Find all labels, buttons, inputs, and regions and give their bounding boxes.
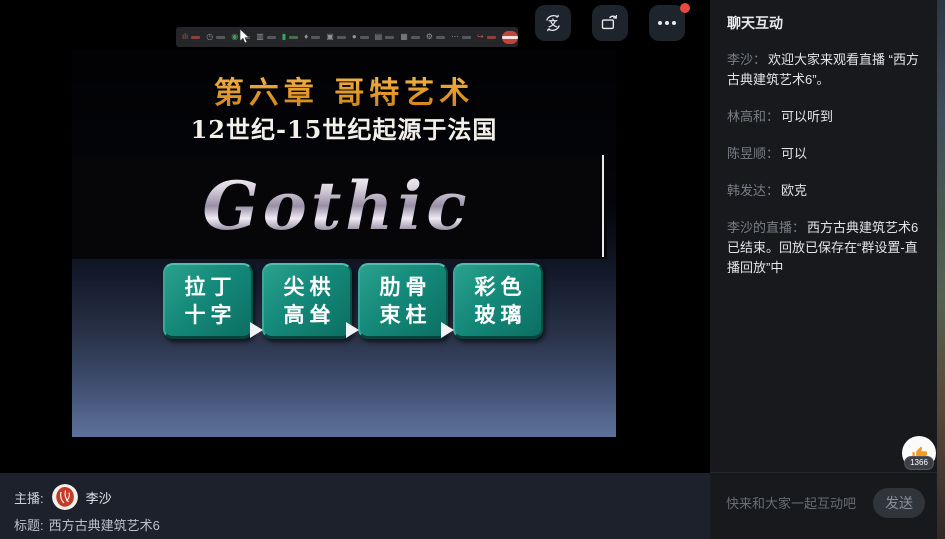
desktop-wallpaper-strip	[937, 0, 945, 539]
toolbar-item-icon: ▤	[375, 33, 395, 41]
image-divider-line	[602, 155, 604, 257]
host-avatar	[52, 484, 78, 510]
keyword-line: 肋骨	[375, 273, 432, 301]
gothic-image: Gothic	[72, 153, 607, 259]
timer-icon: ◷	[206, 33, 225, 41]
stream-title-label: 标题:	[14, 515, 44, 534]
more-icon	[658, 21, 676, 25]
chat-input-bar: 发送	[710, 472, 937, 539]
keyword-box-latin-cross: 拉丁 十字	[163, 263, 253, 339]
keyword-line: 玻璃	[470, 301, 527, 329]
gothic-wordmark: Gothic	[202, 167, 476, 245]
toolbar-item-icon: ▥	[256, 33, 276, 41]
mouse-cursor-icon	[239, 29, 250, 44]
keyword-line: 束柱	[375, 301, 432, 329]
keyword-box-stained-glass: 彩色 玻璃	[453, 263, 543, 339]
chat-text: 可以	[781, 146, 807, 161]
presentation-slide: 第六章 哥特艺术 12世纪-15世纪起源于法国 Gothic 拉丁 十字 尖栱 …	[72, 50, 616, 437]
stream-title-row: 标题: 西方古典建筑艺术6	[14, 515, 160, 534]
keyword-line: 拉丁	[180, 273, 237, 301]
chat-input[interactable]	[726, 496, 865, 511]
popout-window-icon	[600, 13, 620, 33]
chat-message: 韩发达：欧克	[727, 181, 920, 201]
keyword-box-rib-vault: 肋骨 束柱	[358, 263, 448, 339]
keyword-line: 十字	[180, 301, 237, 329]
keyword-line: 高耸	[279, 301, 336, 329]
arrow-right-icon	[441, 322, 454, 338]
more-options-button[interactable]	[649, 5, 685, 41]
chat-sender: 陈昱顺：	[727, 146, 779, 161]
chat-sender: 林高和：	[727, 109, 779, 124]
captions-translate-icon: 文	[543, 13, 563, 33]
send-button[interactable]: 发送	[873, 488, 925, 518]
network-signal-icon: ılı	[182, 33, 200, 41]
chat-sender: 李沙：	[727, 52, 766, 67]
slide-title: 第六章 哥特艺术	[72, 68, 616, 112]
arrow-right-icon	[346, 322, 359, 338]
host-row: 主播: 李沙	[14, 484, 112, 510]
svg-text:文: 文	[548, 17, 558, 28]
chat-sender: 韩发达：	[727, 183, 779, 198]
exit-icon: ↪	[477, 33, 496, 41]
chat-panel-title: 聊天互动	[727, 13, 920, 33]
chat-message: 李沙：欢迎大家来观看直播 “西方古典建筑艺术6”。	[727, 50, 920, 90]
mic-icon: ▮	[282, 33, 298, 41]
seal-avatar-icon	[52, 484, 78, 510]
toolbar-item-icon: ●	[352, 33, 369, 41]
toolbar-item-icon: ▦	[400, 33, 420, 41]
settings-gear-icon: ⚙	[426, 33, 445, 41]
stop-share-pill	[502, 31, 518, 44]
host-name: 李沙	[86, 488, 112, 507]
host-info-bar: 主播: 李沙 标题: 西方古典建筑艺术6	[0, 473, 710, 539]
chat-text: 欧克	[781, 183, 807, 198]
keyword-box-pointed-arch: 尖栱 高耸	[262, 263, 352, 339]
arrow-right-icon	[250, 322, 263, 338]
live-stream-window: ılı ◷ ◉ ▥ ▮ ♦ ▣ ● ▤ ▦ ⚙ ⋯ ↪ 第六章 哥特艺术 12世…	[0, 0, 945, 539]
chat-text: 可以听到	[781, 109, 833, 124]
chat-message: 林高和：可以听到	[727, 107, 920, 127]
captions-translate-button[interactable]: 文	[535, 5, 571, 41]
keyword-line: 彩色	[470, 273, 527, 301]
chat-sender: 李沙的直播：	[727, 220, 805, 235]
screen-share-toolbar: ılı ◷ ◉ ▥ ▮ ♦ ▣ ● ▤ ▦ ⚙ ⋯ ↪	[176, 27, 518, 47]
toolbar-item-icon: ♦	[304, 33, 320, 41]
more-dots-icon: ⋯	[451, 33, 471, 41]
slide-subtitle: 12世纪-15世纪起源于法国	[72, 110, 616, 145]
chat-message: 陈昱顺：可以	[727, 144, 920, 164]
video-area[interactable]: ılı ◷ ◉ ▥ ▮ ♦ ▣ ● ▤ ▦ ⚙ ⋯ ↪ 第六章 哥特艺术 12世…	[0, 0, 710, 473]
like-button[interactable]: 1366	[902, 436, 936, 470]
chat-message-system: 李沙的直播：西方古典建筑艺术6 已结束。回放已保存在“群设置-直播回放”中	[727, 218, 920, 278]
keyword-line: 尖栱	[279, 273, 336, 301]
chat-panel: 聊天互动 李沙：欢迎大家来观看直播 “西方古典建筑艺术6”。 林高和：可以听到 …	[710, 0, 937, 539]
popout-window-button[interactable]	[592, 5, 628, 41]
host-label: 主播:	[14, 488, 44, 507]
notification-dot	[680, 3, 690, 13]
stream-title-value: 西方古典建筑艺术6	[49, 515, 160, 534]
toolbar-item-icon: ▣	[326, 33, 346, 41]
like-count-badge: 1366	[904, 456, 934, 470]
